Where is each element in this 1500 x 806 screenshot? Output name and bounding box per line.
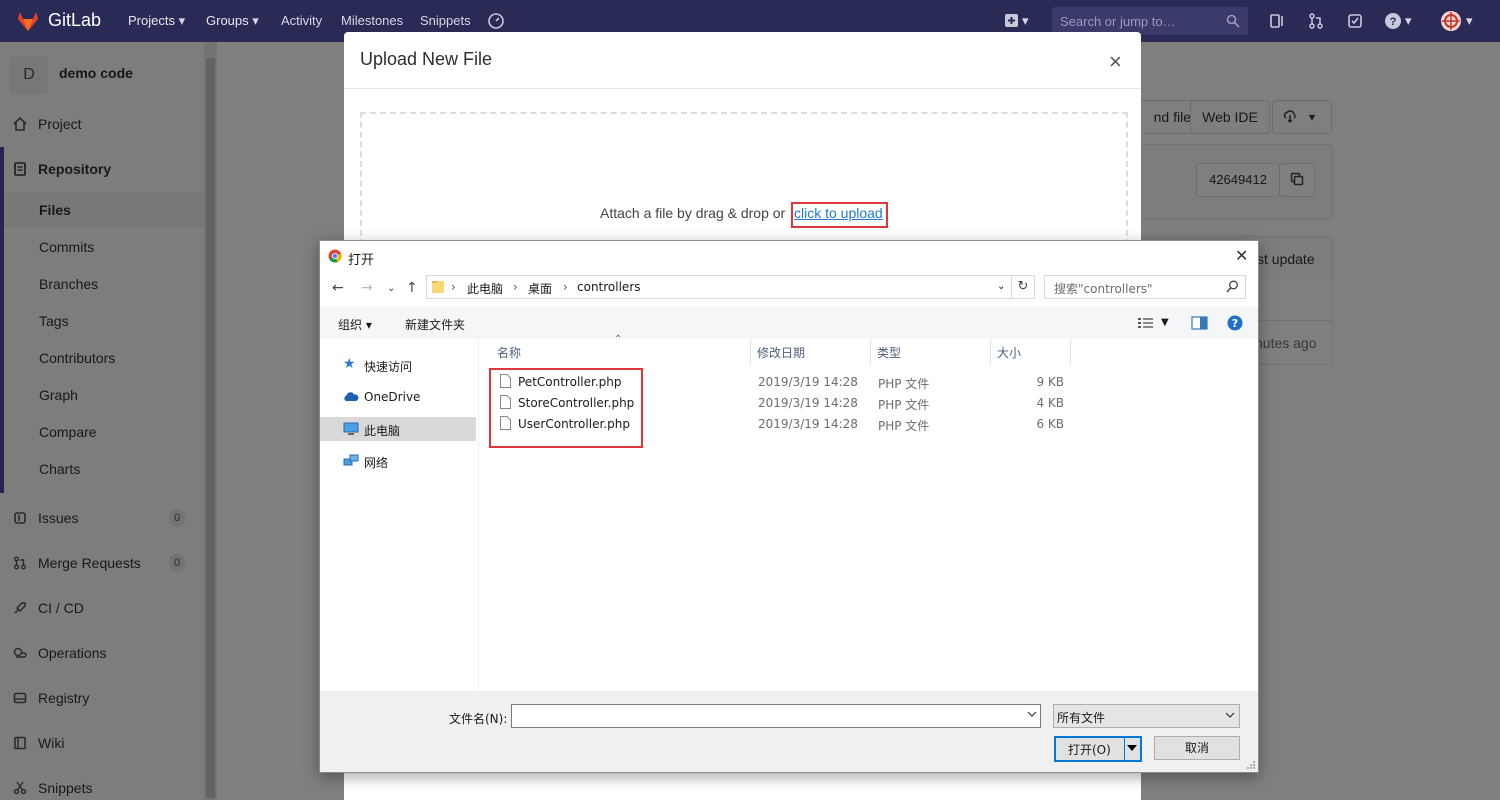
col-type[interactable]: 类型 xyxy=(877,344,901,361)
col-size[interactable]: 大小 xyxy=(997,344,1021,361)
file-size: 6 KB xyxy=(1036,417,1064,431)
user-avatar[interactable] xyxy=(1440,10,1462,32)
dashboard-gauge-icon[interactable] xyxy=(487,12,505,30)
view-options-icon[interactable] xyxy=(1137,316,1155,330)
open-button-label: 打开(O) xyxy=(1068,743,1111,757)
open-button-split xyxy=(1124,738,1125,760)
nav-projects[interactable]: Projects ▾ xyxy=(128,13,185,29)
col-name[interactable]: 名称 xyxy=(497,344,521,361)
navigation-pane: ★ 快速访问 OneDrive 此电脑 网络 xyxy=(320,339,479,691)
nav-groups[interactable]: Groups ▾ xyxy=(206,13,259,29)
filetype-chevron-down-icon xyxy=(1225,712,1235,718)
filename-chevron-down-icon[interactable] xyxy=(1027,709,1037,719)
recent-locations-chevron-icon[interactable]: ⌄ xyxy=(387,283,395,294)
back-arrow-icon[interactable]: ← xyxy=(332,280,344,296)
refresh-icon[interactable]: ↻ xyxy=(1012,275,1035,299)
breadcrumb-separator: › xyxy=(451,280,456,294)
merge-requests-icon[interactable] xyxy=(1307,12,1325,30)
filetype-value: 所有文件 xyxy=(1057,711,1106,725)
address-bar[interactable]: › 此电脑 › 桌面 › controllers ⌄ xyxy=(426,275,1012,299)
todos-check-icon[interactable] xyxy=(1346,12,1364,30)
search-icon xyxy=(1226,14,1240,28)
breadcrumb-controllers[interactable]: controllers xyxy=(577,280,641,294)
organize-label: 组织 xyxy=(338,318,363,332)
file-list-header: 名称 ⌃ 修改日期 类型 大小 xyxy=(490,334,1258,365)
filename-label: 文件名(N): xyxy=(449,712,508,726)
search-input[interactable]: Search or jump to… xyxy=(1052,7,1248,35)
nav-label: 此电脑 xyxy=(364,424,401,438)
breadcrumb-desktop[interactable]: 桌面 xyxy=(528,280,552,297)
cancel-button[interactable]: 取消 xyxy=(1154,736,1240,760)
upload-link-highlight xyxy=(791,202,888,228)
search-placeholder: Search or jump to… xyxy=(1060,14,1176,29)
resize-grip-icon[interactable] xyxy=(1246,760,1256,770)
dialog-toolbar: 组织 ▾ 新建文件夹 ▼ ? xyxy=(320,307,1258,339)
col-modified[interactable]: 修改日期 xyxy=(757,344,805,361)
breadcrumb-separator: › xyxy=(513,280,518,294)
breadcrumb-this-pc[interactable]: 此电脑 xyxy=(467,280,503,297)
breadcrumb-separator: › xyxy=(563,280,568,294)
file-size: 9 KB xyxy=(1036,375,1064,389)
help-icon[interactable]: ? xyxy=(1227,315,1243,331)
help-question-icon[interactable]: ? xyxy=(1384,12,1402,30)
file-date: 2019/3/19 14:28 xyxy=(758,417,858,431)
modal-close-icon[interactable]: × xyxy=(1109,51,1122,73)
open-button[interactable]: 打开(O) xyxy=(1054,736,1142,762)
svg-text:?: ? xyxy=(1390,16,1397,28)
files-highlight xyxy=(489,368,643,448)
file-size: 4 KB xyxy=(1036,396,1064,410)
chrome-icon xyxy=(328,249,342,263)
nav-network[interactable]: 网络 xyxy=(320,449,476,473)
file-type: PHP 文件 xyxy=(878,419,930,433)
dialog-footer: 文件名(N): 所有文件 打开(O) 取消 xyxy=(320,691,1258,772)
computer-icon xyxy=(343,422,359,435)
folder-icon xyxy=(432,281,444,293)
file-date: 2019/3/19 14:28 xyxy=(758,375,858,389)
dialog-title: 打开 xyxy=(348,253,375,268)
gitlab-logo-icon[interactable] xyxy=(16,9,40,33)
up-arrow-icon[interactable]: ↑ xyxy=(406,280,418,296)
nav-label: OneDrive xyxy=(364,390,421,404)
forward-arrow-icon[interactable]: → xyxy=(361,280,373,296)
open-options-chevron-down-icon[interactable] xyxy=(1127,745,1137,751)
svg-text:?: ? xyxy=(1232,317,1238,330)
file-type: PHP 文件 xyxy=(878,377,930,391)
file-date: 2019/3/19 14:28 xyxy=(758,396,858,410)
help-chevron-down-icon[interactable]: ▾ xyxy=(1405,13,1412,29)
address-history-chevron-icon[interactable]: ⌄ xyxy=(997,281,1005,292)
nav-milestones[interactable]: Milestones xyxy=(341,13,403,28)
cloud-icon xyxy=(344,392,359,401)
new-plus-icon[interactable] xyxy=(1003,12,1021,30)
filetype-select[interactable]: 所有文件 xyxy=(1053,704,1240,728)
view-chevron-down-icon[interactable]: ▼ xyxy=(1161,317,1169,328)
modal-title: Upload New File xyxy=(360,49,493,69)
dropzone-text: Attach a file by drag & drop or xyxy=(600,205,786,221)
nav-snippets[interactable]: Snippets xyxy=(420,13,471,28)
gitlab-brand[interactable]: GitLab xyxy=(48,10,101,31)
file-open-dialog: 打开 ✕ ← → ⌄ ↑ › 此电脑 › 桌面 › controllers ⌄ … xyxy=(319,240,1259,773)
new-dropdown-chevron-icon[interactable]: ▾ xyxy=(1022,13,1029,29)
star-icon: ★ xyxy=(343,356,356,372)
network-icon xyxy=(343,454,359,466)
preview-pane-icon[interactable] xyxy=(1191,316,1208,330)
new-folder-button[interactable]: 新建文件夹 xyxy=(405,316,465,333)
nav-label: 网络 xyxy=(364,456,389,470)
file-type: PHP 文件 xyxy=(878,398,930,412)
search-icon xyxy=(1226,280,1238,293)
modal-header-divider xyxy=(344,88,1141,89)
sort-up-chevron-icon: ⌃ xyxy=(614,334,623,345)
dialog-close-icon[interactable]: ✕ xyxy=(1235,246,1248,265)
user-chevron-down-icon[interactable]: ▾ xyxy=(1466,13,1473,29)
nav-quick-access[interactable]: ★ 快速访问 xyxy=(320,353,476,377)
dialog-search-placeholder: 搜索"controllers" xyxy=(1054,282,1153,296)
nav-onedrive[interactable]: OneDrive xyxy=(320,385,476,409)
nav-label: 快速访问 xyxy=(364,360,413,374)
organize-menu[interactable]: 组织 ▾ xyxy=(338,316,372,333)
sidebar-toggle-icon[interactable] xyxy=(1268,12,1286,30)
nav-this-pc[interactable]: 此电脑 xyxy=(320,417,476,441)
filename-input[interactable] xyxy=(511,704,1041,728)
nav-activity[interactable]: Activity xyxy=(281,13,322,28)
dialog-search-input[interactable]: 搜索"controllers" xyxy=(1044,275,1246,299)
